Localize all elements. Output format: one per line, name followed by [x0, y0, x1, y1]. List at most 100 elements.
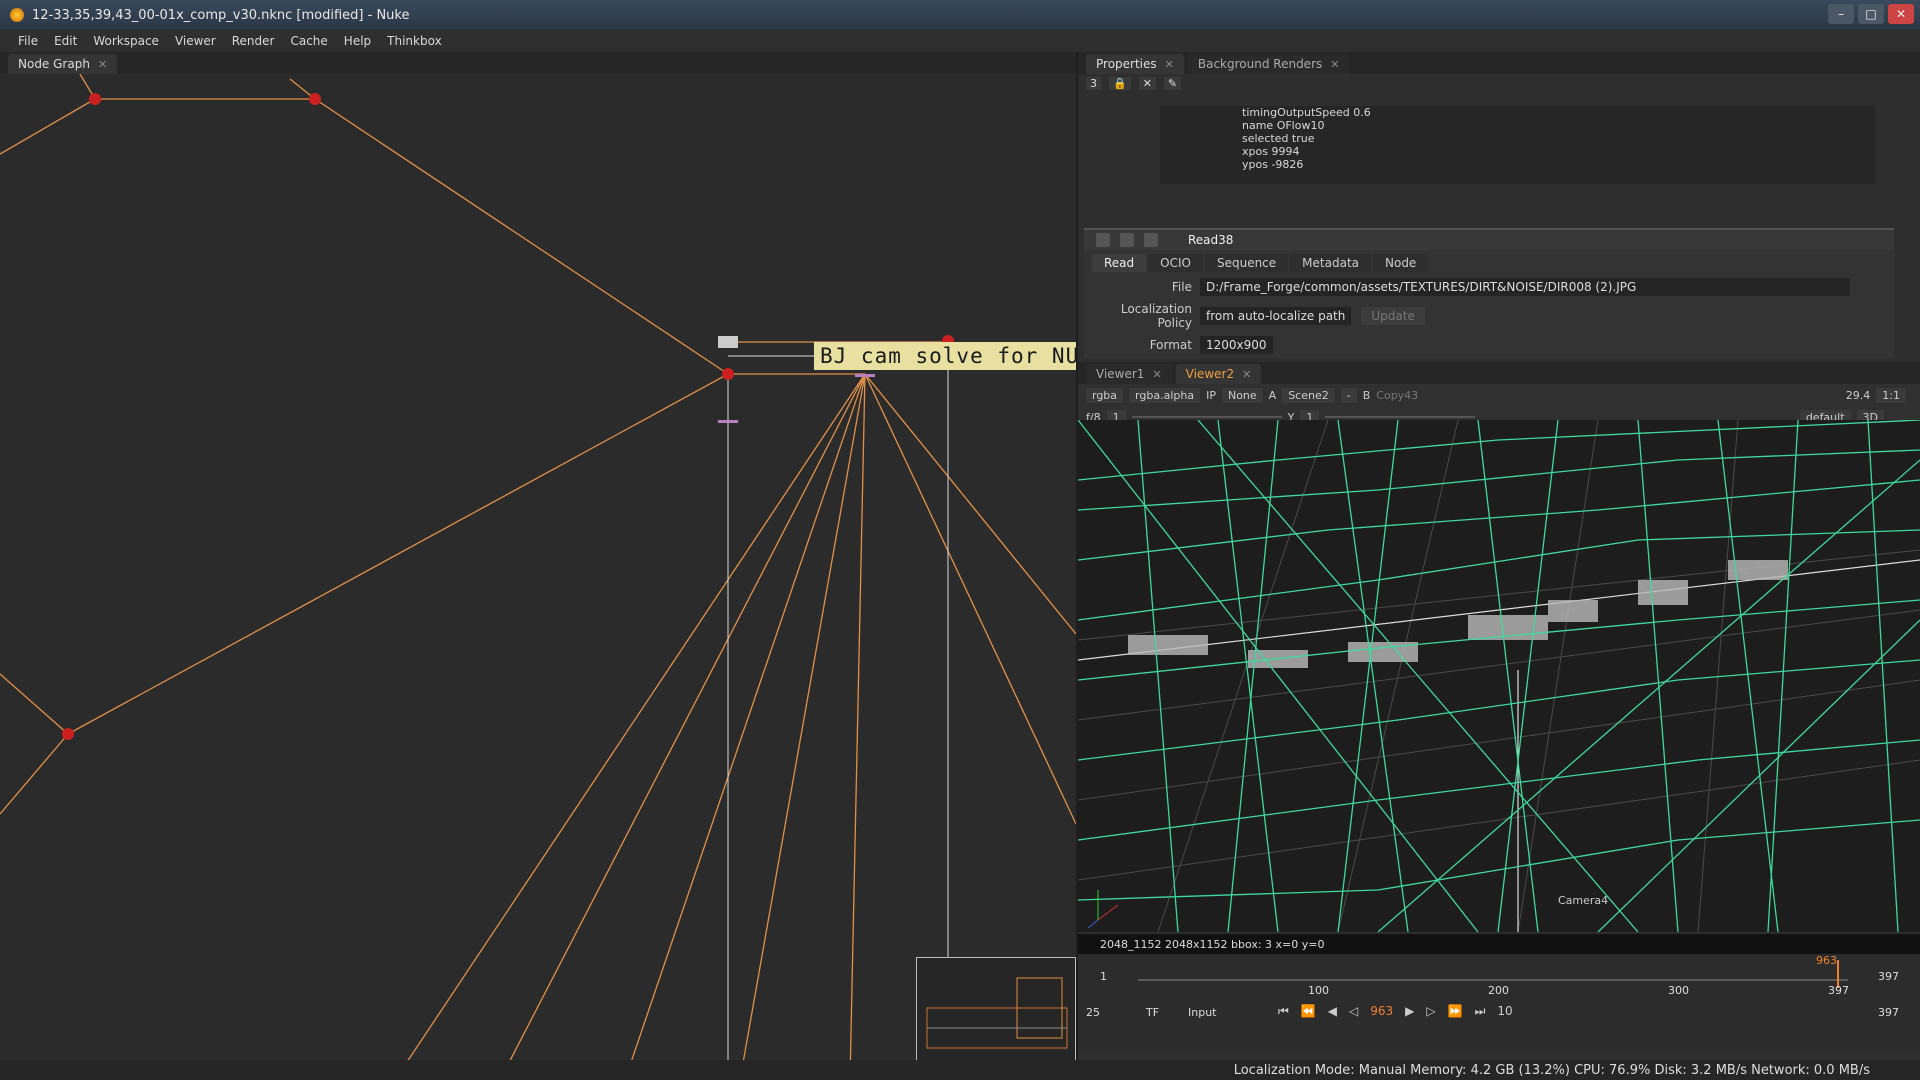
gain-slider[interactable] — [1131, 416, 1282, 418]
tab-viewer1[interactable]: Viewer1 ✕ — [1086, 364, 1172, 384]
script-line: timingOutputSpeed 0.6 — [1242, 106, 1371, 119]
view-node-icon[interactable] — [1144, 233, 1158, 247]
pencil-icon[interactable]: ✎ — [1163, 76, 1182, 90]
node-connections — [0, 74, 1076, 1080]
b-input-dropdown[interactable]: Copy43 — [1376, 389, 1418, 402]
next-keyframe-icon[interactable]: ⏩ — [1448, 1004, 1463, 1019]
camera-label: Camera4 — [1558, 894, 1608, 907]
timeline-panel: 1 100 200 300 963 397 397 25 TF Input ⏮ … — [1078, 954, 1920, 1050]
menu-workspace[interactable]: Workspace — [85, 34, 167, 48]
maximize-button[interactable]: □ — [1858, 4, 1884, 24]
node-name[interactable]: Read38 — [1188, 233, 1233, 247]
tab-ocio[interactable]: OCIO — [1148, 254, 1203, 272]
menu-viewer[interactable]: Viewer — [167, 34, 224, 48]
localization-label: Localization Policy — [1120, 302, 1192, 330]
menu-file[interactable]: File — [10, 34, 46, 48]
nuke-app-icon — [10, 8, 24, 22]
tick-300: 300 — [1668, 984, 1689, 997]
localization-dropdown[interactable]: from auto-localize path — [1200, 307, 1352, 325]
clear-panels-icon[interactable]: ✕ — [1138, 76, 1156, 90]
step-back-icon[interactable]: ◀ — [1328, 1004, 1337, 1019]
menu-bar: File Edit Workspace Viewer Render Cache … — [0, 30, 1920, 52]
end-frame-field[interactable]: 397 — [1878, 1006, 1899, 1019]
script-line: xpos 9994 — [1242, 145, 1300, 158]
prev-keyframe-icon[interactable]: ⏪ — [1301, 1004, 1316, 1019]
node-graph-tabbar: Node Graph ✕ — [0, 52, 1076, 74]
gamma-slider[interactable] — [1325, 416, 1476, 418]
menu-edit[interactable]: Edit — [46, 34, 85, 48]
tab-background-renders[interactable]: Background Renders ✕ — [1187, 54, 1350, 74]
current-frame-field[interactable]: 963 — [1370, 1004, 1393, 1019]
tab-properties[interactable]: Properties ✕ — [1086, 54, 1184, 74]
format-dropdown[interactable]: 1200x900 — [1200, 336, 1273, 354]
format-knob: Format 1200x900 — [1084, 336, 1894, 354]
fps-dropdown[interactable]: 25 — [1086, 1006, 1100, 1019]
close-tab-icon[interactable]: ✕ — [1330, 58, 1339, 71]
localization-knob: Localization Policy from auto-localize p… — [1084, 302, 1894, 330]
menu-cache[interactable]: Cache — [282, 34, 335, 48]
tf-dropdown[interactable]: TF — [1146, 1006, 1159, 1019]
tab-node-graph[interactable]: Node Graph ✕ — [8, 54, 118, 74]
sticky-note[interactable]: BJ cam solve for NUKE — [814, 342, 1076, 370]
panel-count-field[interactable]: 3 — [1086, 76, 1101, 90]
tab-node[interactable]: Node — [1373, 254, 1429, 272]
tab-metadata[interactable]: Metadata — [1290, 254, 1371, 272]
playback-controls: ⏮ ⏪ ◀ ◁ 963 ▶ ▷ ⏩ ⏭ 10 — [1278, 1004, 1513, 1019]
frame-step-field[interactable]: 10 — [1497, 1004, 1512, 1019]
title-bar: 12-33,35,39,43_00-01x_comp_v30.nknc [mod… — [0, 0, 1920, 30]
node-graph-panel: Node Graph ✕ BJ cam solve for NU — [0, 52, 1076, 1080]
a-input-dropdown[interactable]: Scene2 — [1282, 387, 1335, 403]
end-frame-marker: 397 — [1828, 984, 1849, 997]
close-tab-icon[interactable]: ✕ — [1165, 58, 1174, 71]
file-path-field[interactable]: D:/Frame_Forge/common/assets/TEXTURES/DI… — [1200, 278, 1850, 296]
tab-viewer2[interactable]: Viewer2 ✕ — [1175, 364, 1262, 384]
play-backward-icon[interactable]: ◁ — [1349, 1004, 1358, 1019]
node-graph-minimap[interactable] — [916, 957, 1076, 1067]
lock-icon[interactable]: 🔒 — [1109, 76, 1131, 90]
last-frame-icon[interactable]: ⏭ — [1475, 1004, 1486, 1019]
properties-tabbar: Properties ✕ Background Renders ✕ — [1078, 52, 1920, 74]
script-line: ypos -9826 — [1242, 158, 1304, 171]
node-dots[interactable] — [62, 93, 954, 740]
update-button[interactable]: Update — [1361, 307, 1425, 325]
node-graph-canvas[interactable] — [0, 74, 1076, 1080]
menu-thinkbox[interactable]: Thinkbox — [379, 34, 450, 48]
tab-read[interactable]: Read — [1092, 254, 1147, 272]
file-knob: File D:/Frame_Forge/common/assets/TEXTUR… — [1084, 278, 1894, 296]
alpha-dropdown[interactable]: rgba.alpha — [1129, 387, 1201, 403]
node-tabs: Read OCIO Sequence Metadata Node — [1084, 254, 1894, 272]
viewer-info-bar: 2048_1152 2048x1152 bbox: 3 x=0 y=0 — [1078, 934, 1920, 954]
play-icon[interactable]: ▶ — [1405, 1004, 1414, 1019]
node-color-icon[interactable] — [1120, 233, 1134, 247]
tab-background-renders-label: Background Renders — [1197, 57, 1323, 71]
menu-render[interactable]: Render — [224, 34, 283, 48]
viewer-toolbar-top: rgba rgba.alpha IP None A Scene2 - B Cop… — [1078, 384, 1920, 406]
close-tab-icon[interactable]: ✕ — [98, 58, 107, 71]
first-frame-icon[interactable]: ⏮ — [1278, 1004, 1289, 1019]
close-tab-icon[interactable]: ✕ — [1152, 368, 1161, 381]
envelope-node-icon[interactable] — [718, 336, 738, 348]
input-dropdown[interactable]: Input — [1188, 1006, 1216, 1019]
collapse-icon[interactable] — [1096, 233, 1110, 247]
ip-dropdown[interactable]: None — [1221, 387, 1263, 403]
tab-sequence[interactable]: Sequence — [1204, 254, 1289, 272]
tick-200: 200 — [1488, 984, 1509, 997]
output-marker — [718, 420, 738, 423]
close-button[interactable]: ✕ — [1888, 4, 1914, 24]
viewer-canvas[interactable]: Camera4 — [1078, 420, 1920, 932]
menu-help[interactable]: Help — [336, 34, 379, 48]
compare-dropdown[interactable]: - — [1340, 387, 1357, 403]
zoom-dropdown[interactable]: 1:1 — [1876, 387, 1906, 403]
timeline-end-field[interactable]: 397 — [1878, 970, 1899, 983]
step-forward-icon[interactable]: ▷ — [1426, 1004, 1435, 1019]
channels-dropdown[interactable]: rgba — [1086, 387, 1124, 403]
close-tab-icon[interactable]: ✕ — [1242, 368, 1251, 381]
ip-button[interactable]: IP — [1206, 389, 1216, 402]
minimize-button[interactable]: – — [1828, 4, 1854, 24]
tab-viewer1-label: Viewer1 — [1096, 367, 1145, 381]
script-text-box[interactable]: timingOutputSpeed 0.6 name OFlow10 selec… — [1160, 106, 1875, 184]
current-frame-marker: 963 — [1816, 954, 1837, 967]
tab-node-graph-label: Node Graph — [18, 57, 90, 71]
window-controls: – □ ✕ — [1828, 4, 1914, 24]
timeline-start-field[interactable]: 1 — [1100, 970, 1107, 983]
